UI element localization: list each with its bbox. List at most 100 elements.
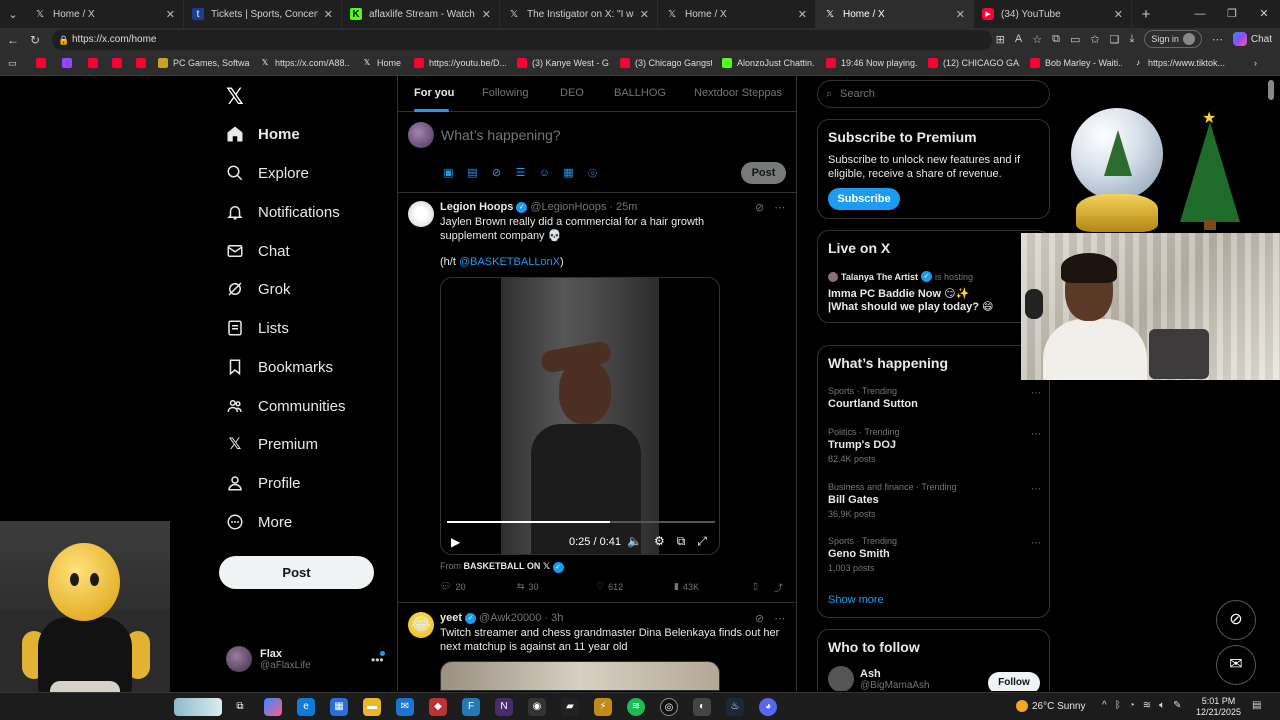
edge-browser-icon[interactable]: e [297,698,315,716]
obs-icon[interactable]: ◎ [660,698,678,716]
fifa-icon[interactable]: F [462,698,480,716]
nav-chat[interactable]: Chat [226,239,290,263]
minimize-icon[interactable]: — [1184,0,1216,28]
gif-icon[interactable]: ▤ [466,166,479,179]
discord-icon[interactable]: ◕ [759,698,777,716]
read-aloud-icon[interactable]: A [1015,33,1022,45]
play-icon[interactable]: ▶ [451,535,460,549]
close-tab-icon[interactable]: ✕ [166,8,175,21]
volume-icon[interactable]: 🔈 [627,534,642,549]
grok-icon[interactable]: ⊘ [755,612,764,625]
store-icon[interactable]: ▦ [330,698,348,716]
trend-item[interactable]: Sports · Trending Geno Smith 1,003 posts… [828,536,1043,573]
mail-icon[interactable]: ✉ [396,698,414,716]
notifications-icon[interactable]: ▤ [1252,700,1261,711]
close-tab-icon[interactable]: ✕ [482,8,491,21]
poll-icon[interactable]: ☰ [514,166,527,179]
bookmark-twitch-icon[interactable] [62,58,77,68]
bookmark-youtube-icon[interactable] [112,58,127,68]
app-icon[interactable]: ▰ [561,698,579,716]
bluetooth-icon[interactable]: ᛒ [1115,700,1121,711]
wifi-icon[interactable]: ≋ [1143,700,1151,711]
follow-button[interactable]: Follow [988,672,1040,691]
bookmark-item[interactable]: https://youtu.be/D... [414,58,506,68]
nba-icon[interactable]: N [495,698,513,716]
tweet-media[interactable] [440,661,720,691]
post-button[interactable]: Post [219,556,374,589]
spotify-icon[interactable]: ≋ [627,698,645,716]
nav-bookmarks[interactable]: Bookmarks [226,355,333,379]
nav-lists[interactable]: Lists [226,316,289,340]
copilot-chat-button[interactable]: Chat [1232,32,1272,46]
pen-icon[interactable]: ✎ [1173,700,1181,711]
favorite-star-icon[interactable]: ☆ [1032,33,1042,46]
live-host[interactable]: Talanya The Artist ✓ is hosting [828,271,973,282]
bookmark-item[interactable]: ♪ https://www.tiktok.... [1133,58,1225,68]
more-options-icon[interactable]: ⋯ [774,612,785,625]
more-options-icon[interactable]: ⋯ [1031,538,1041,549]
browser-tab[interactable]: 𝕏 The Instigator on X: "I want bro in ✕ [500,0,658,28]
subscribe-button[interactable]: Subscribe [828,188,900,210]
browser-tab[interactable]: t Tickets | Sports, Concerts, Festivals … [184,0,342,28]
trend-item[interactable]: Business and finance · Trending Bill Gat… [828,482,1043,519]
bookmark-item[interactable]: (3) Chicago Gangst... [620,58,712,68]
bookmark-youtube-icon[interactable] [36,58,51,68]
app-icon[interactable]: ⚡ [594,698,612,716]
refresh-icon[interactable]: ↻ [24,33,46,47]
tweet-author-name[interactable]: yeet [440,612,462,624]
browser-tab[interactable]: 𝕏 Home / X ✕ [658,0,816,28]
search-input[interactable]: ⌕ Search [817,80,1050,108]
app-tray-icon[interactable]: ◔ [1129,700,1135,711]
bookmark-item[interactable]: 19:46 Now playing... [826,58,918,68]
like-button[interactable]: ♡ 612 [596,581,623,592]
emoji-icon[interactable]: ☺ [538,166,551,179]
new-tab-button[interactable]: + [1132,6,1160,23]
share-button[interactable]: ⤴ [774,581,783,594]
apps-icon[interactable]: ⊞ [996,33,1005,46]
address-bar[interactable]: 🔒 https://x.com/home [52,30,992,50]
more-options-icon[interactable]: ⋯ [774,201,785,214]
tweet-timestamp[interactable]: · 25m [609,201,637,213]
volume-icon[interactable]: 🔈︎ [1159,700,1165,711]
close-tab-icon[interactable]: ✕ [798,8,807,21]
account-switcher[interactable]: Flax @aFlaxLife [226,646,311,672]
tab-actions-menu[interactable]: ⌄ [0,0,26,28]
app-icon[interactable]: ◉ [528,698,546,716]
reply-button[interactable]: 💬︎ 20 [440,581,465,592]
grok-icon[interactable]: ⊘ [490,166,503,179]
close-tab-icon[interactable]: ✕ [1114,8,1123,21]
steam-icon[interactable]: ♨ [726,698,744,716]
nav-premium[interactable]: 𝕏 Premium [226,432,318,456]
tab-ballhog[interactable]: BALLHOG [614,87,666,99]
bookmark-item[interactable]: 𝕏https://x.com/A88... [260,58,350,68]
avatar[interactable] [408,201,434,227]
nav-profile[interactable]: Profile [226,471,301,495]
clock[interactable]: 5:01 PM 12/21/2025 [1196,696,1241,718]
close-tab-icon[interactable]: ✕ [956,8,965,21]
x-logo-icon[interactable]: 𝕏 [226,84,244,110]
bookmark-item[interactable]: 𝕏 Home [362,58,401,68]
collections-icon[interactable]: ❏ [1110,33,1120,46]
file-explorer-icon[interactable]: ▬ [363,698,381,716]
trend-item[interactable]: Politics · Trending Trump's DOJ 82.4K po… [828,427,1043,464]
app-icon[interactable]: ◐ [693,698,711,716]
weather-widget[interactable]: 26°C Sunny [1016,700,1085,712]
location-icon[interactable]: ◎ [586,166,599,179]
settings-gear-icon[interactable]: ⚙ [654,534,665,549]
nav-grok[interactable]: Grok [226,277,291,301]
grok-icon[interactable]: ⊘ [755,201,764,214]
more-options-icon[interactable]: ⋯ [1031,429,1041,440]
close-tab-icon[interactable]: ✕ [324,8,333,21]
task-view-icon[interactable]: ⧉ [231,698,249,716]
close-tab-icon[interactable]: ✕ [640,8,649,21]
follow-suggestion[interactable]: Ash @BigMamaAsh [828,666,930,691]
downloads-icon[interactable]: ⤓ [1129,33,1134,46]
avatar[interactable]: 😂 [408,612,434,638]
bookmark-youtube-icon[interactable] [88,58,103,68]
tweet-author-name[interactable]: Legion Hoops [440,201,513,213]
more-menu-icon[interactable]: ⋯ [1212,33,1223,46]
fullscreen-icon[interactable]: ⤢ [697,534,707,549]
tweet-author-handle[interactable]: @LegionHoops [530,201,606,213]
from-source-link[interactable]: BASKETBALL ON 𝕏 [464,561,551,571]
nav-explore[interactable]: Explore [226,161,309,185]
